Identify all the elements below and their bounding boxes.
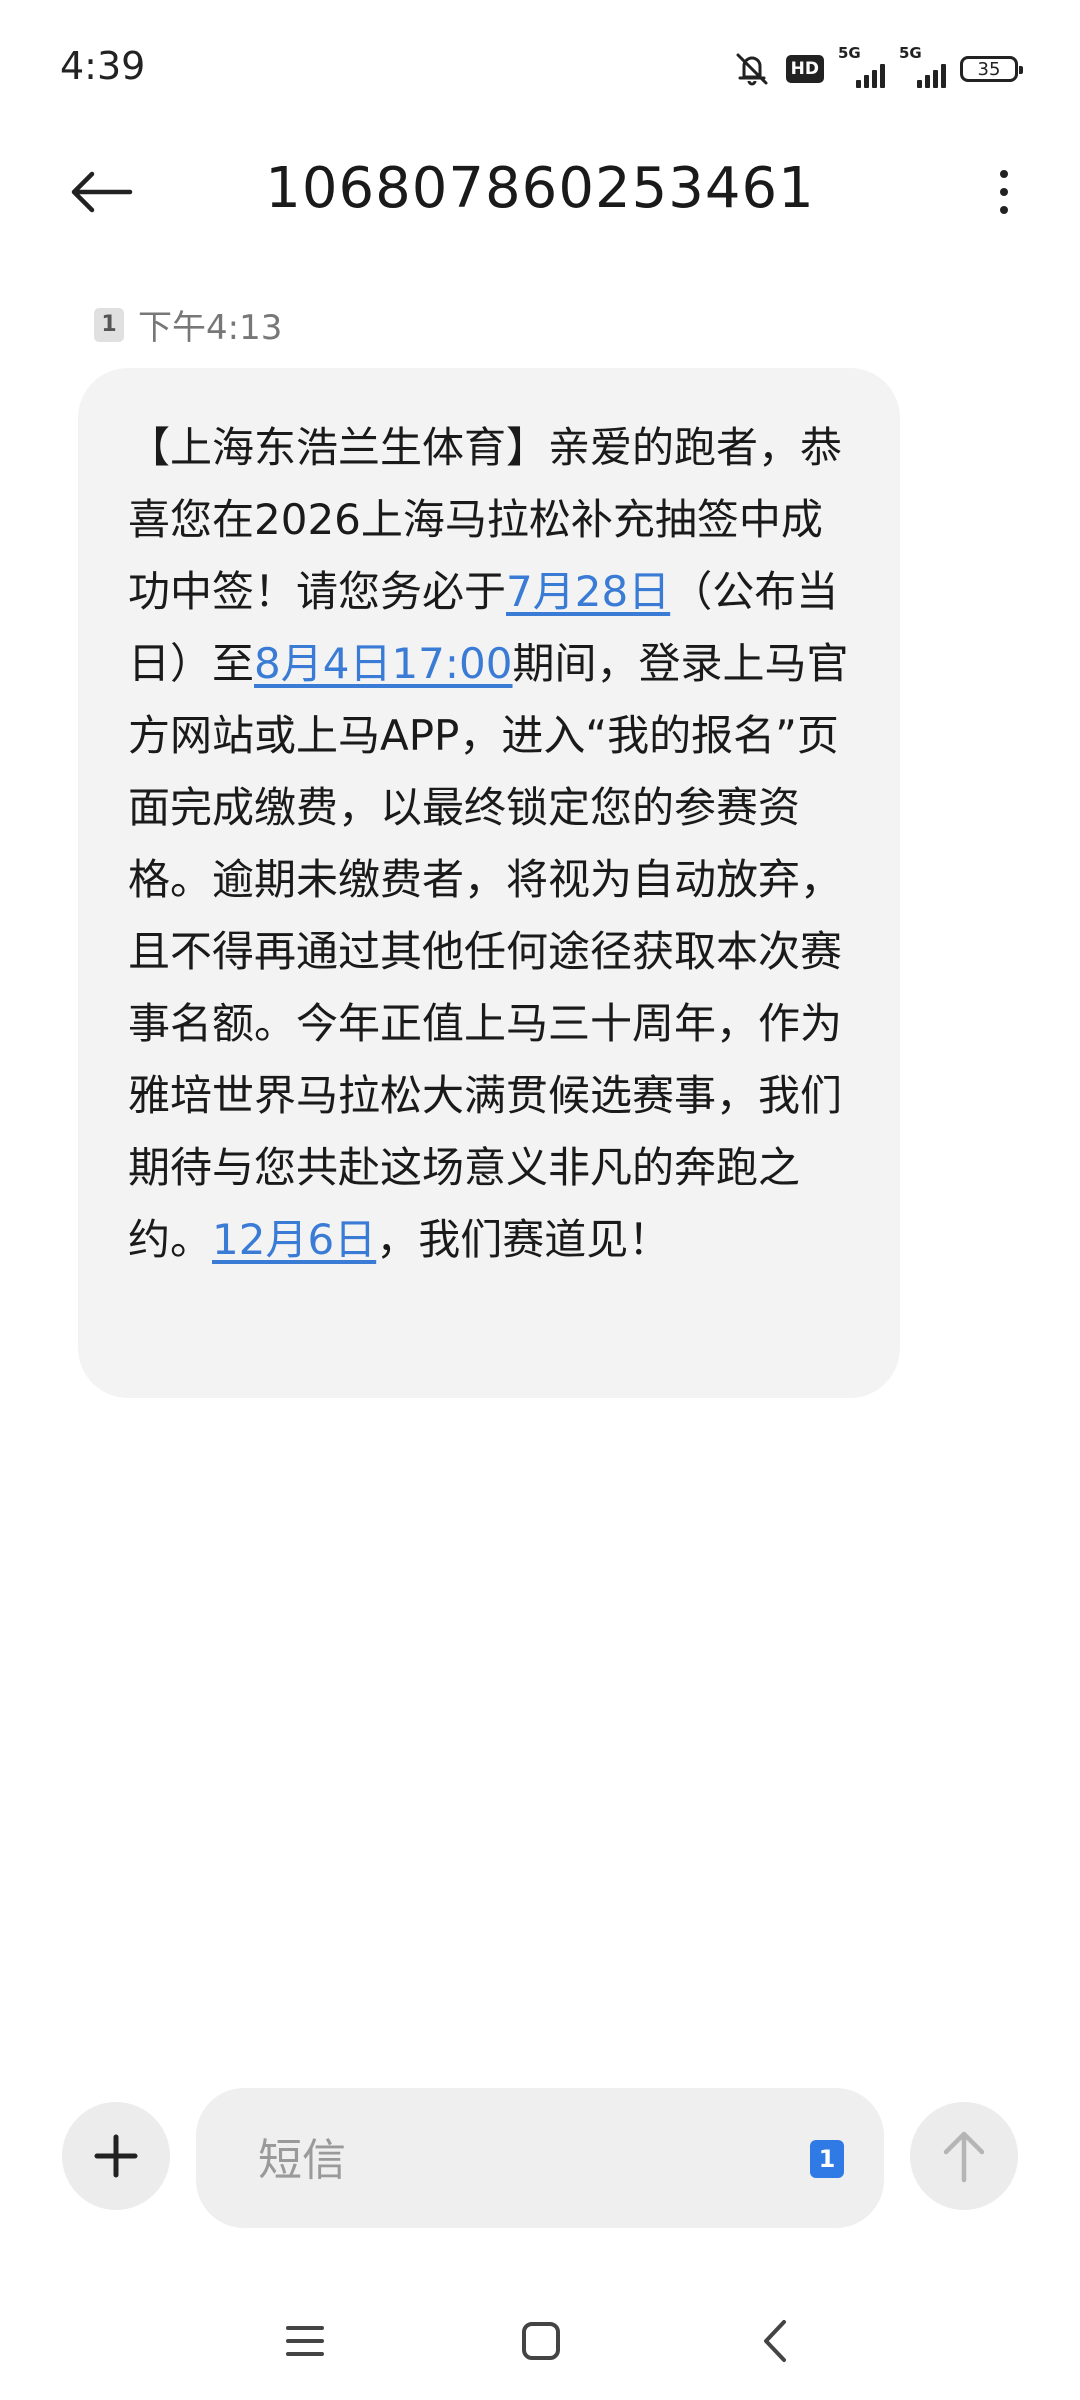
status-time: 4:39 bbox=[60, 44, 146, 88]
conversation-header: 106807860253461 bbox=[0, 140, 1080, 240]
message-text: ，我们赛道见！ bbox=[376, 1215, 671, 1264]
sim2-network-label: 5G bbox=[899, 44, 922, 62]
contact-number: 106807860253461 bbox=[265, 156, 815, 221]
sim1-network-label: 5G bbox=[838, 44, 861, 62]
composer: 1 bbox=[0, 2080, 1080, 2240]
signal-icon: 5G bbox=[838, 44, 885, 88]
sim-badge: 1 bbox=[94, 307, 124, 342]
send-button[interactable] bbox=[910, 2102, 1018, 2210]
message-input-box[interactable]: 1 bbox=[196, 2088, 884, 2228]
more-options-button[interactable] bbox=[984, 160, 1024, 224]
signal-icon: 5G bbox=[899, 44, 946, 88]
message-bubble[interactable]: 【上海东浩兰生体育】亲爱的跑者，恭喜您在2026上海马拉松补充抽签中成功中签！请… bbox=[78, 368, 900, 1398]
sim-select-button[interactable]: 1 bbox=[810, 2140, 844, 2178]
home-square-icon bbox=[522, 2322, 560, 2360]
plus-icon bbox=[94, 2134, 138, 2178]
date-link[interactable]: 12月6日 bbox=[212, 1215, 376, 1264]
mute-icon bbox=[732, 51, 772, 87]
back-chevron-icon bbox=[764, 2320, 786, 2362]
date-link[interactable]: 7月28日 bbox=[506, 567, 670, 616]
system-nav-bar bbox=[0, 2290, 1080, 2400]
hd-voice-icon: HD bbox=[785, 55, 824, 83]
message-time: 下午4:13 bbox=[138, 308, 283, 348]
menu-icon bbox=[286, 2326, 324, 2356]
battery-icon: 35 bbox=[960, 56, 1023, 82]
attach-button[interactable] bbox=[62, 2102, 170, 2210]
message-text: 期间，登录上马官方网站或上马APP，进入“我的报名”页面完成缴费，以最终锁定您的… bbox=[128, 639, 849, 1264]
status-bar: 4:39 HD 5G 5G 35 bbox=[0, 0, 1080, 140]
status-icons: HD 5G 5G 35 bbox=[732, 44, 1023, 88]
battery-level: 35 bbox=[977, 58, 1001, 80]
message-input[interactable] bbox=[256, 2124, 740, 2196]
message-body: 【上海东浩兰生体育】亲爱的跑者，恭喜您在2026上海马拉松补充抽签中成功中签！请… bbox=[128, 412, 850, 1276]
recent-apps-button[interactable] bbox=[260, 2306, 350, 2376]
system-back-button[interactable] bbox=[730, 2306, 820, 2376]
arrow-up-icon bbox=[943, 2131, 985, 2183]
home-button[interactable] bbox=[496, 2306, 586, 2376]
message-meta: 1 下午4:13 bbox=[94, 300, 282, 349]
more-vertical-icon bbox=[1000, 170, 1008, 178]
date-link[interactable]: 8月4日17:00 bbox=[254, 639, 512, 688]
